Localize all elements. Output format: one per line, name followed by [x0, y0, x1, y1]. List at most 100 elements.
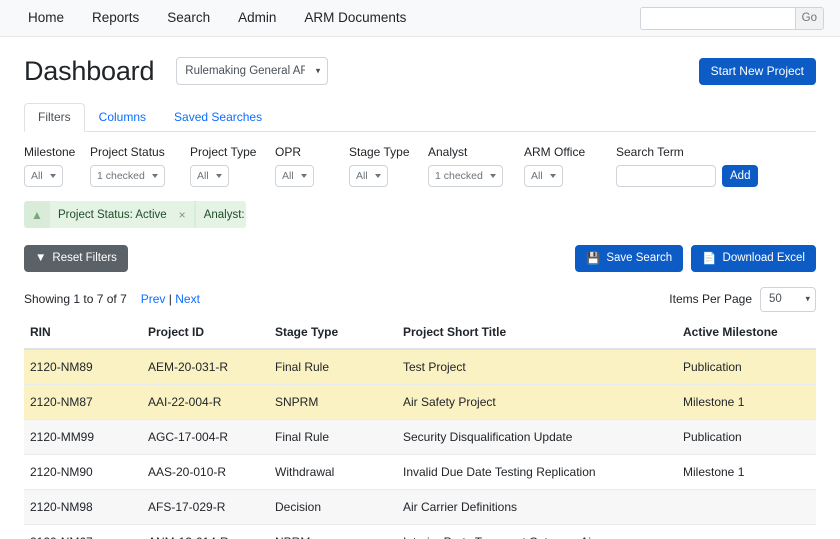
table-row[interactable]: 2120-NM87 AAI-22-004-R SNPRM Air Safety … [24, 384, 816, 420]
close-icon[interactable]: × [179, 208, 186, 222]
pager-separator: | [168, 292, 172, 306]
nav-link-reports[interactable]: Reports [78, 0, 153, 36]
filter-chip-label: Analyst: [203, 208, 245, 221]
nav-link-home[interactable]: Home [28, 0, 78, 36]
table-row[interactable]: 2120-NM89 AEM-20-031-R Final Rule Test P… [24, 349, 816, 385]
tab-filters[interactable]: Filters [24, 103, 85, 132]
tab-saved-searches[interactable]: Saved Searches [160, 103, 276, 132]
document-download-icon: 📄 [702, 253, 717, 265]
save-disk-icon: 💾 [586, 253, 601, 265]
arm-selector[interactable]: Rulemaking General ARM ▾ [176, 57, 329, 85]
table-head: RIN Project ID Stage Type Project Short … [24, 320, 816, 350]
filter-project-type-dropdown[interactable]: All [190, 165, 229, 187]
cell-project-id: AFS-17-029-R [142, 489, 269, 525]
table-row[interactable]: 2120-MM99 AGC-17-004-R Final Rule Securi… [24, 419, 816, 455]
cell-milestone [677, 524, 816, 539]
save-search-label: Save Search [606, 252, 673, 264]
filter-project-type-label: Project Type [190, 145, 257, 159]
cell-rin: 2120-MM99 [24, 419, 142, 455]
filter-row: Milestone All Project Status 1 checked P… [24, 132, 816, 187]
download-excel-button[interactable]: 📄 Download Excel [691, 244, 816, 272]
cell-project-id: AEM-20-031-R [142, 349, 269, 385]
caret-down-icon [374, 174, 381, 178]
next-page-link[interactable]: Next [175, 292, 200, 306]
filter-analyst-label: Analyst [428, 145, 468, 159]
pager: Prev | Next [141, 292, 200, 306]
filter-project-status-label: Project Status [90, 145, 165, 159]
global-search-group: Go [639, 6, 824, 30]
items-per-page-dropdown[interactable]: 50 [760, 286, 816, 312]
filter-chip-label: Project Status: Active [58, 208, 167, 221]
global-search-input[interactable] [639, 6, 795, 30]
cell-rin: 2120-NM90 [24, 454, 142, 490]
column-header-rin[interactable]: RIN [24, 320, 142, 350]
chip-scroll-up-icon[interactable]: ▲ [24, 201, 50, 228]
prev-page-link[interactable]: Prev [141, 292, 166, 306]
nav-link-search[interactable]: Search [153, 0, 224, 36]
filter-opr-label: OPR [275, 145, 302, 159]
global-search-go-button[interactable]: Go [794, 6, 824, 30]
column-header-project-id[interactable]: Project ID [142, 320, 269, 350]
pagination-row: Showing 1 to 7 of 7 Prev | Next Items Pe… [24, 286, 816, 312]
caret-down-icon [489, 174, 496, 178]
table-header-row: RIN Project ID Stage Type Project Short … [24, 320, 816, 350]
filter-opr-dropdown[interactable]: All [275, 165, 314, 187]
filter-opr: OPR All [275, 145, 349, 187]
table-row[interactable]: 2120-NM90 AAS-20-010-R Withdrawal Invali… [24, 454, 816, 490]
cell-rin: 2120-NM67 [24, 524, 142, 539]
reset-filters-label: Reset Filters [52, 252, 117, 264]
search-term-input[interactable] [616, 165, 716, 187]
add-search-term-button[interactable]: Add [722, 165, 759, 187]
tab-bar: Filters Columns Saved Searches [24, 103, 816, 132]
filter-stage-type-dropdown[interactable]: All [349, 165, 388, 187]
filter-milestone-value: All [31, 170, 43, 182]
cell-project-id: AGC-17-004-R [142, 419, 269, 455]
title-row: Dashboard Rulemaking General ARM ▾ Start… [24, 37, 816, 91]
filter-arm-office-dropdown[interactable]: All [524, 165, 563, 187]
cell-title: Invalid Due Date Testing Replication [397, 454, 677, 490]
filter-milestone: Milestone All [24, 145, 90, 187]
filter-project-type-value: All [197, 170, 209, 182]
column-header-stage-type[interactable]: Stage Type [269, 320, 397, 350]
filter-search-term: Search Term Add [616, 145, 759, 187]
page-container: Dashboard Rulemaking General ARM ▾ Start… [0, 37, 840, 539]
items-per-page-selector[interactable]: 50 ▾ [760, 286, 816, 312]
column-header-active-milestone[interactable]: Active Milestone [677, 320, 816, 350]
caret-down-icon [215, 174, 222, 178]
filter-analyst-dropdown[interactable]: 1 checked [428, 165, 503, 187]
projects-table: RIN Project ID Stage Type Project Short … [24, 320, 816, 539]
filter-funnel-icon: ▼ [35, 252, 47, 264]
cell-title: Air Safety Project [397, 384, 677, 420]
filter-analyst: Analyst 1 checked [428, 145, 524, 187]
cell-project-id: AAI-22-004-R [142, 384, 269, 420]
filter-chip-analyst[interactable]: Analyst: [195, 201, 246, 228]
filter-stage-type-value: All [356, 170, 368, 182]
filter-project-status-dropdown[interactable]: 1 checked [90, 165, 165, 187]
cell-title: Security Disqualification Update [397, 419, 677, 455]
nav-links: Home Reports Search Admin ARM Documents [28, 0, 420, 36]
filter-project-status-value: 1 checked [97, 170, 145, 182]
arm-select-dropdown[interactable]: Rulemaking General ARM [176, 57, 329, 85]
caret-down-icon [151, 174, 158, 178]
filter-arm-office: ARM Office All [524, 145, 616, 187]
start-new-project-button[interactable]: Start New Project [698, 57, 816, 85]
filter-chip-project-status[interactable]: Project Status: Active × [50, 201, 194, 228]
nav-link-arm-documents[interactable]: ARM Documents [290, 0, 420, 36]
cell-stage-type: Final Rule [269, 419, 397, 455]
filter-search-term-label: Search Term [616, 145, 684, 159]
table-row[interactable]: 2120-NM67 ANM-13-014-R NPRM Interior Par… [24, 524, 816, 539]
cell-milestone: Milestone 1 [677, 384, 816, 420]
cell-stage-type: Decision [269, 489, 397, 525]
nav-link-admin[interactable]: Admin [224, 0, 290, 36]
filter-milestone-dropdown[interactable]: All [24, 165, 63, 187]
save-search-button[interactable]: 💾 Save Search [575, 244, 684, 272]
table-row[interactable]: 2120-NM98 AFS-17-029-R Decision Air Carr… [24, 489, 816, 525]
tab-columns[interactable]: Columns [85, 103, 160, 132]
cell-title: Test Project [397, 349, 677, 385]
filter-milestone-label: Milestone [24, 145, 76, 159]
caret-down-icon [300, 174, 307, 178]
cell-milestone [677, 489, 816, 525]
cell-milestone: Milestone 1 [677, 454, 816, 490]
column-header-project-short-title[interactable]: Project Short Title [397, 320, 677, 350]
reset-filters-button[interactable]: ▼ Reset Filters [24, 244, 128, 272]
